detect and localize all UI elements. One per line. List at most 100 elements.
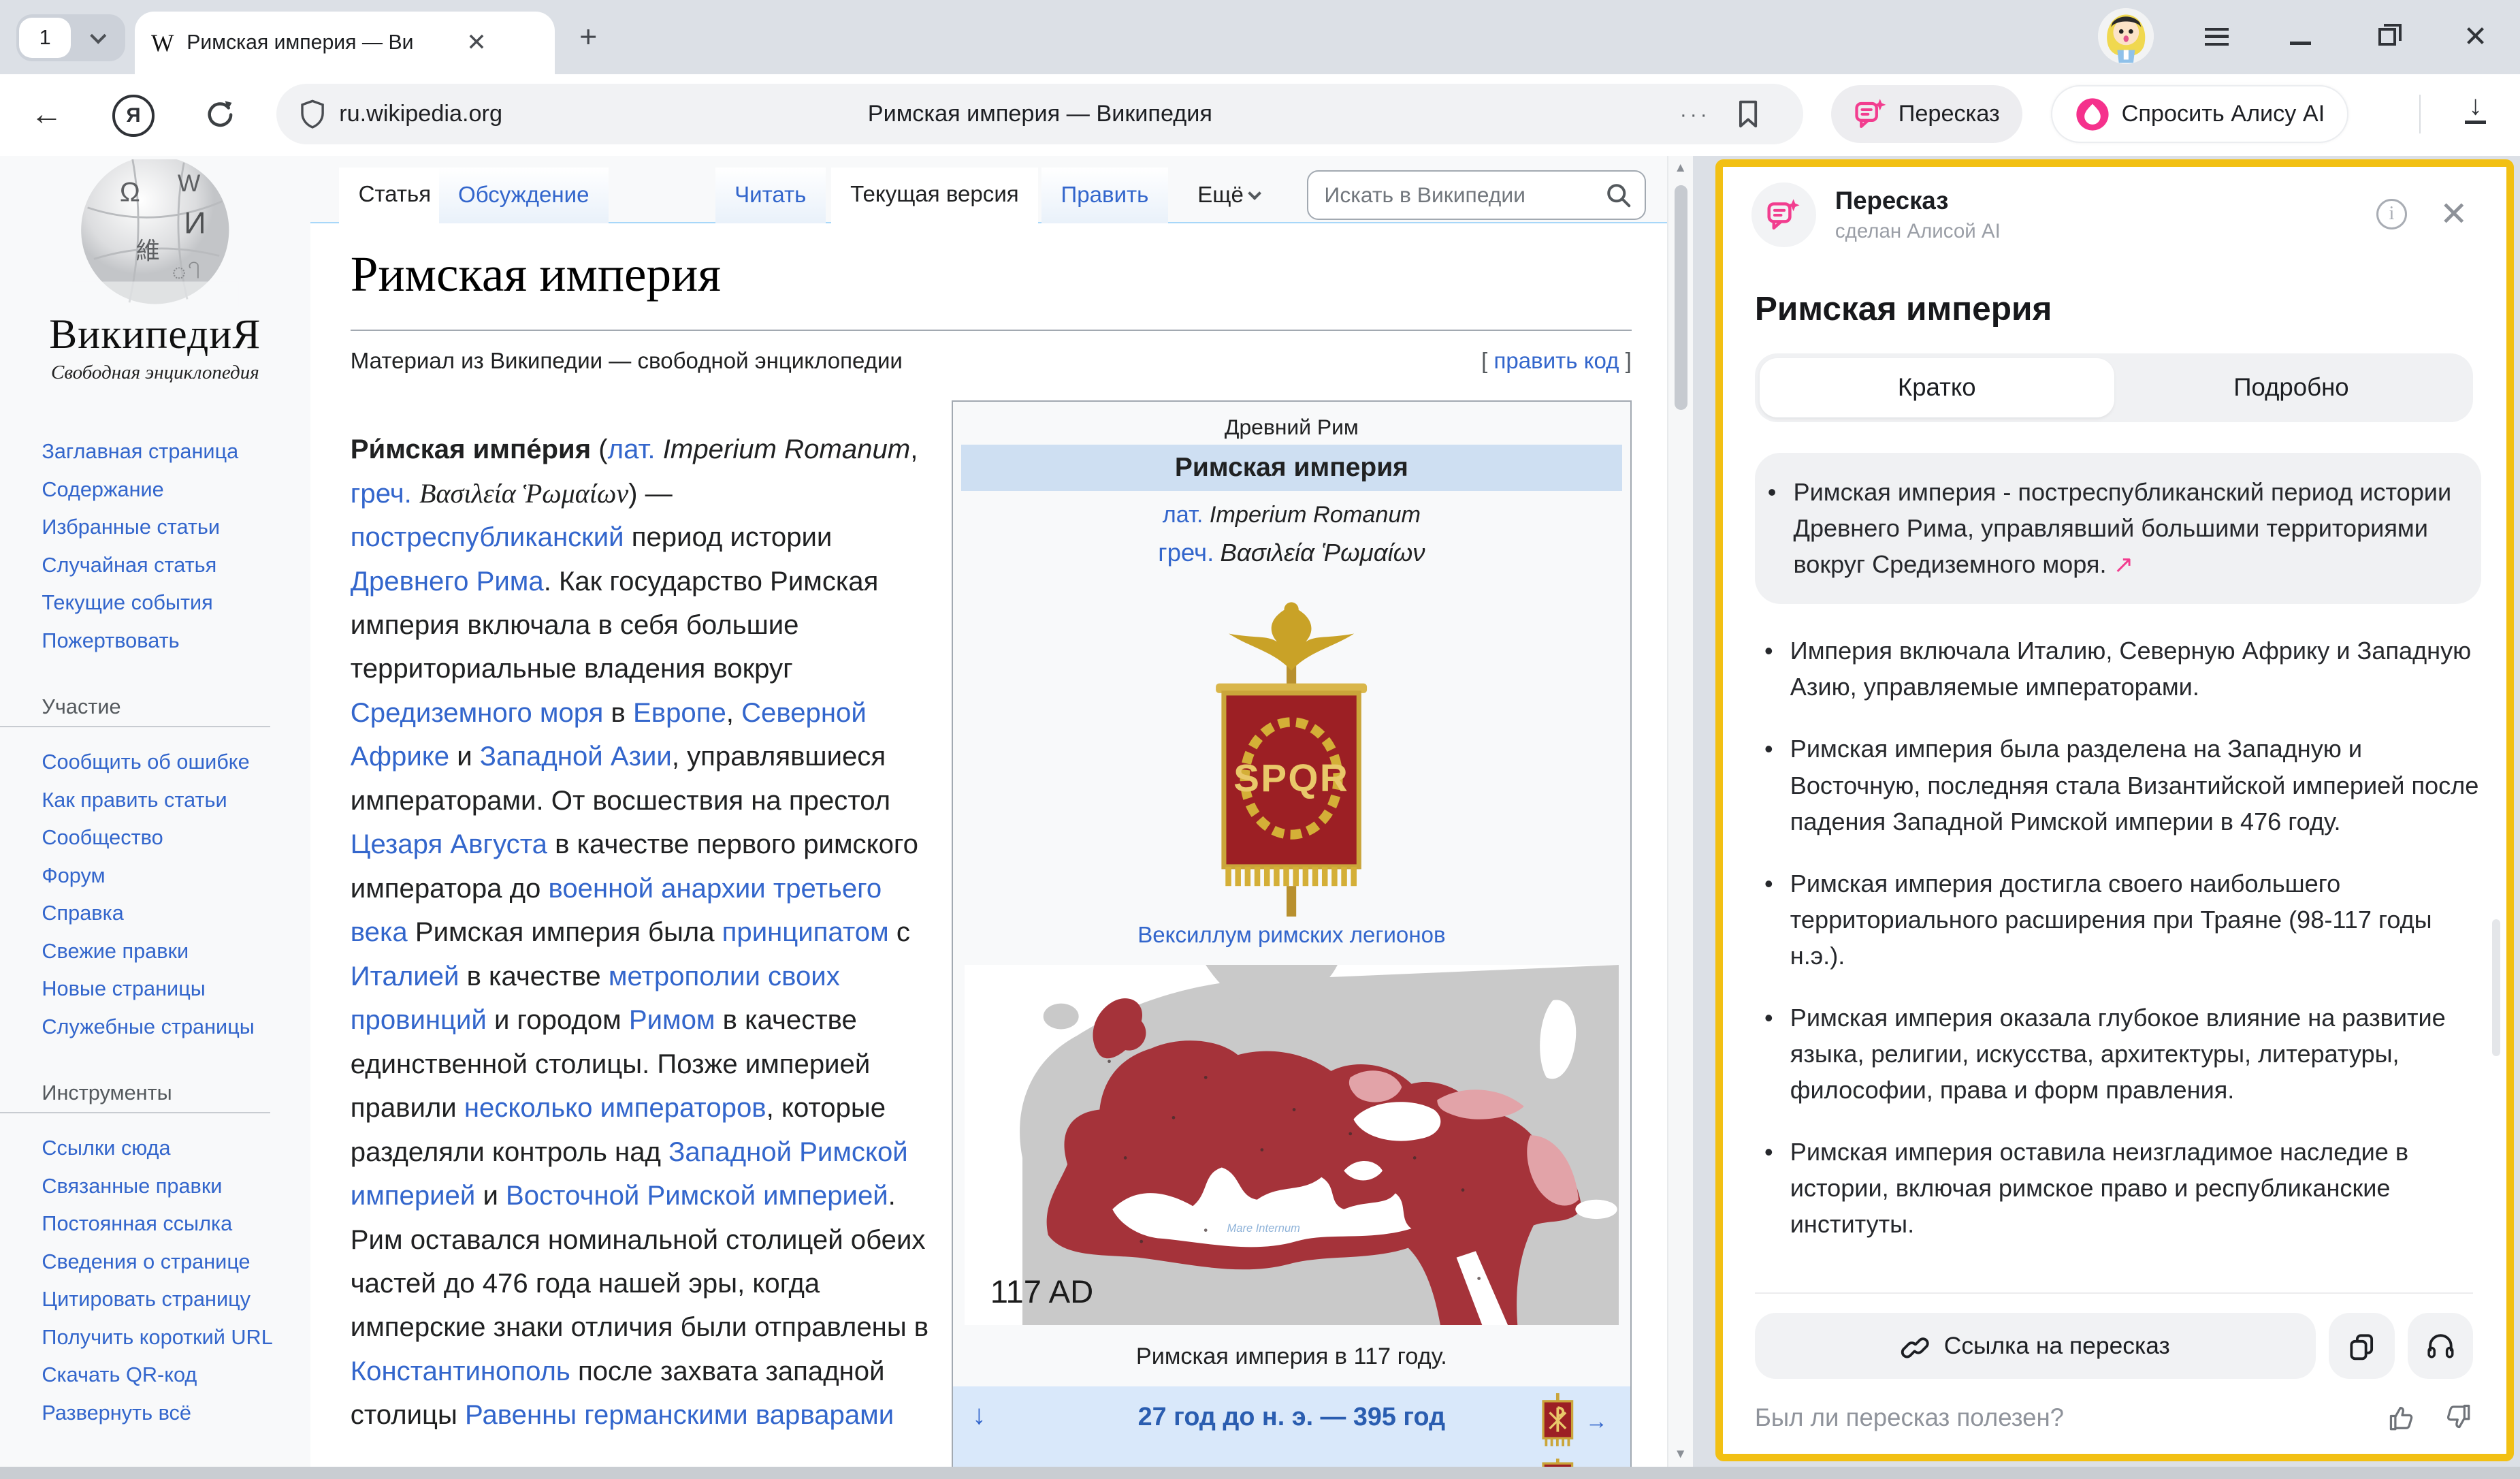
- sidebar-link[interactable]: Избранные статьи: [42, 508, 310, 546]
- labarum-banner-icon[interactable]: [1538, 1393, 1577, 1451]
- feedback-question: Был ли пересказ полезен?: [1755, 1403, 2387, 1432]
- sidebar-link[interactable]: Содержание: [42, 471, 310, 509]
- sidebar-link[interactable]: Случайная статья: [42, 546, 310, 584]
- page-title-centered: Римская империя — Википедия: [276, 101, 1803, 127]
- copy-button[interactable]: [2329, 1313, 2395, 1379]
- scroll-down-arrow[interactable]: ▼: [1668, 1447, 1693, 1462]
- sidebar-link[interactable]: Ссылки сюда: [42, 1129, 282, 1167]
- sidebar-link[interactable]: Скачать QR-код: [42, 1356, 282, 1394]
- tab-edit[interactable]: Править: [1041, 168, 1168, 224]
- infobox-greek-name: греч. Βασιλεία Ῥωμαίων: [961, 538, 1622, 567]
- scrollbar-thumb[interactable]: [1675, 185, 1687, 411]
- yandex-services-button[interactable]: Я: [112, 95, 154, 136]
- tab-more-dropdown[interactable]: Ещё: [1178, 168, 1279, 224]
- browser-menu-button[interactable]: [2199, 19, 2234, 54]
- svg-text:117 AD: 117 AD: [990, 1274, 1093, 1310]
- tab-brief[interactable]: Кратко: [1760, 358, 2114, 417]
- sidebar-link[interactable]: Служебные страницы: [42, 1008, 310, 1046]
- close-window-button[interactable]: ✕: [2458, 19, 2493, 54]
- chevron-down-icon: [90, 27, 106, 43]
- tab-detailed[interactable]: Подробно: [2114, 358, 2469, 417]
- svg-text:ி: ி: [171, 259, 200, 283]
- scroll-up-arrow[interactable]: ▲: [1668, 161, 1693, 176]
- refresh-icon: [205, 99, 236, 129]
- download-icon: ↓: [2469, 92, 2483, 119]
- down-arrow-icon[interactable]: ↓: [972, 1399, 986, 1431]
- wikipedia-wordmark[interactable]: ВикипедиЯ: [0, 311, 310, 359]
- new-tab-button[interactable]: +: [569, 18, 608, 57]
- sidebar-link[interactable]: Пожертвовать: [42, 622, 310, 660]
- infobox-supertitle[interactable]: Древний Рим: [961, 415, 1622, 440]
- profile-avatar[interactable]: [2098, 8, 2154, 65]
- address-bar[interactable]: ru.wikipedia.org Римская империя — Викип…: [276, 84, 1803, 145]
- source-link-arrow-icon[interactable]: ↗: [2114, 551, 2134, 578]
- summary-bullet: •Римская империя оставила неизгладимое н…: [1755, 1134, 2481, 1242]
- panel-subtitle: сделан Алисой AI: [1835, 220, 2001, 243]
- vexillum-image[interactable]: SPQR: [1171, 587, 1412, 917]
- browser-tab[interactable]: W Римская империя — Ви ✕: [135, 12, 554, 74]
- copy-icon: [2347, 1332, 2376, 1361]
- retell-link-button[interactable]: Ссылка на пересказ: [1755, 1313, 2316, 1379]
- sidebar-link[interactable]: Сообщество: [42, 818, 310, 857]
- title-divider: [351, 330, 1632, 331]
- svg-text:Ω: Ω: [120, 176, 140, 207]
- sidebar-link[interactable]: Цитировать страницу: [42, 1280, 282, 1318]
- wiki-tabs-row: Статья Обсуждение Читать Текущая версия …: [310, 168, 1693, 224]
- hamburger-icon: [2205, 28, 2229, 46]
- toolbar-divider: [2419, 95, 2421, 133]
- sidebar-link[interactable]: Как править статьи: [42, 781, 310, 819]
- listen-button[interactable]: [2408, 1313, 2474, 1379]
- thumbs-down-icon[interactable]: [2441, 1401, 2473, 1433]
- minimize-icon: [2290, 42, 2311, 45]
- sidebar-link[interactable]: Справка: [42, 894, 310, 932]
- minimize-button[interactable]: [2282, 19, 2318, 54]
- downloads-button[interactable]: ↓: [2456, 92, 2495, 131]
- empire-period-link[interactable]: 27 год до н. э. — 395 год: [953, 1403, 1630, 1432]
- ask-alice-button[interactable]: Спросить Алису AI: [2051, 85, 2348, 143]
- tab-group-button[interactable]: 1: [16, 14, 126, 61]
- right-arrow-icon[interactable]: →: [1585, 1409, 1608, 1435]
- tab-current-version[interactable]: Текущая версия: [831, 168, 1038, 224]
- retell-button[interactable]: Пересказ: [1831, 85, 2022, 143]
- dotted-banner-icon[interactable]: [1538, 1459, 1577, 1466]
- wiki-search-input[interactable]: [1321, 181, 1606, 210]
- page-scrollbar[interactable]: ▲ ▼: [1667, 156, 1693, 1467]
- sidebar-link[interactable]: Связанные правки: [42, 1167, 282, 1205]
- sidebar-link[interactable]: Новые страницы: [42, 970, 310, 1008]
- sidebar-link[interactable]: Свежие правки: [42, 932, 310, 970]
- wikipedia-globe-logo[interactable]: Ω W И 維 ி: [71, 159, 239, 307]
- svg-text:維: 維: [136, 237, 160, 264]
- alice-logo-icon: [2075, 97, 2110, 132]
- tab-talk[interactable]: Обсуждение: [439, 168, 609, 224]
- site-domain: ru.wikipedia.org: [339, 101, 502, 127]
- bookmark-icon[interactable]: [1734, 99, 1762, 129]
- extensions-menu-icon[interactable]: ···: [1680, 102, 1711, 127]
- tab-article[interactable]: Статья: [339, 168, 450, 224]
- sidebar-link[interactable]: Текущие события: [42, 584, 310, 622]
- thumbs-up-icon[interactable]: [2387, 1401, 2419, 1433]
- link-icon: [1901, 1332, 1930, 1361]
- vexillum-caption[interactable]: Вексиллум римских легионов: [961, 923, 1622, 949]
- tab-read[interactable]: Читать: [715, 168, 826, 224]
- sidebar-link[interactable]: Развернуть всё: [42, 1394, 282, 1432]
- sidebar-link[interactable]: Постоянная ссылка: [42, 1205, 282, 1243]
- sidebar-link[interactable]: Заглавная страница: [42, 432, 310, 471]
- sidebar-participation-nav: Сообщить об ошибкеКак править статьиСооб…: [0, 743, 310, 1045]
- retell-panel-icon: [1751, 182, 1815, 246]
- sidebar-link[interactable]: Форум: [42, 857, 310, 895]
- tab-close-icon[interactable]: ✕: [466, 29, 487, 57]
- info-icon[interactable]: i: [2376, 199, 2407, 229]
- edit-source-link[interactable]: [ править код ]: [1481, 349, 1632, 375]
- panel-scrollbar-thumb[interactable]: [2492, 919, 2500, 1056]
- wiki-search-box[interactable]: [1307, 170, 1646, 220]
- sidebar-link[interactable]: Сведения о странице: [42, 1243, 282, 1281]
- panel-footer-divider: [1755, 1292, 2474, 1294]
- sidebar-link[interactable]: Сообщить об ошибке: [42, 743, 310, 781]
- back-button[interactable]: ←: [26, 93, 67, 135]
- refresh-button[interactable]: [199, 93, 241, 135]
- sidebar-link[interactable]: Получить короткий URL: [42, 1318, 282, 1356]
- panel-close-icon[interactable]: ✕: [2440, 194, 2468, 234]
- restore-button[interactable]: [2370, 19, 2405, 54]
- empire-map-image[interactable]: Mare Internum 117 AD: [965, 965, 1619, 1331]
- search-icon[interactable]: [1606, 182, 1632, 208]
